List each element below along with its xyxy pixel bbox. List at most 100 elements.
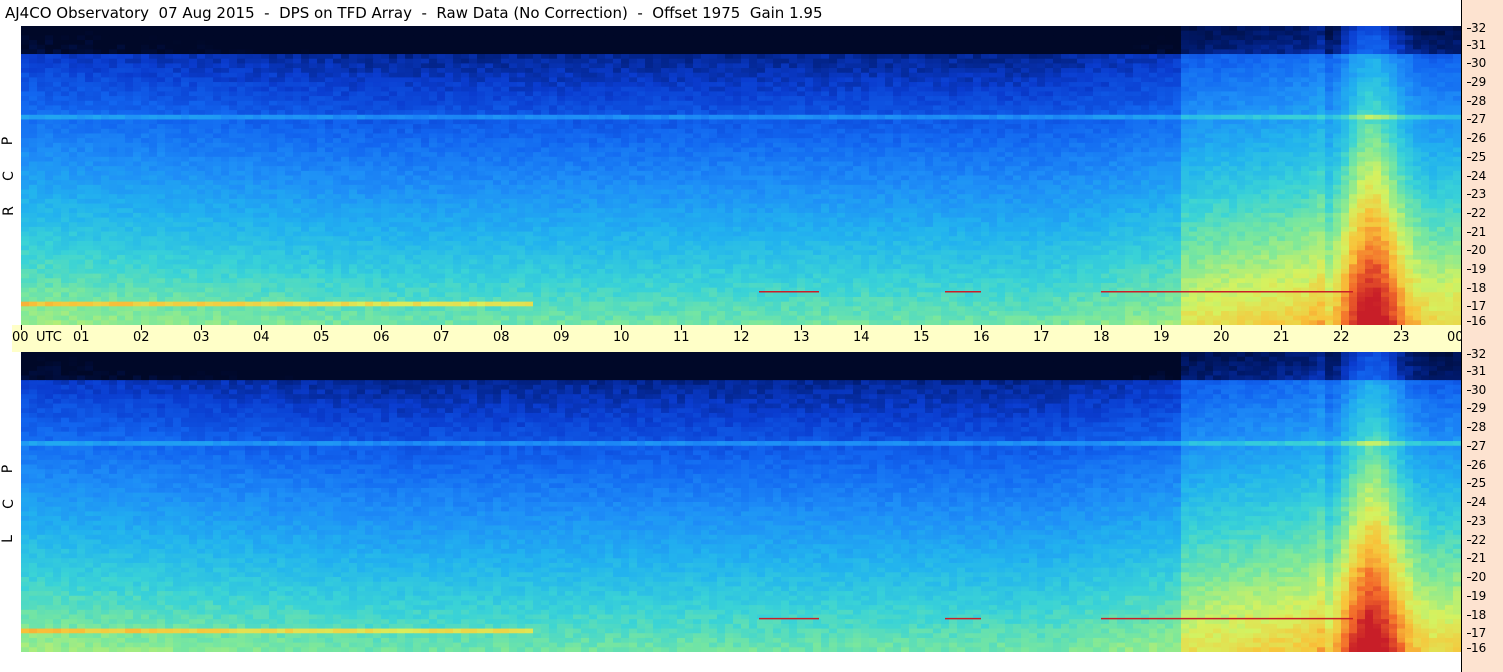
heatmap-cell bbox=[1285, 128, 1294, 135]
heatmap-cell bbox=[157, 96, 166, 102]
heatmap-cell bbox=[245, 119, 254, 125]
heatmap-cell bbox=[741, 138, 750, 144]
heatmap-cell bbox=[1429, 100, 1438, 107]
heatmap-cell bbox=[1069, 100, 1078, 107]
heatmap-cell bbox=[733, 63, 742, 69]
heatmap-cell bbox=[1005, 124, 1014, 130]
heatmap-cell bbox=[205, 49, 214, 55]
heatmap-cell bbox=[485, 110, 494, 116]
heatmap-cell bbox=[477, 54, 486, 60]
heatmap-cell bbox=[117, 82, 126, 88]
heatmap-cell bbox=[1061, 114, 1070, 121]
heatmap-cell bbox=[821, 119, 830, 125]
heatmap-cell bbox=[965, 96, 974, 102]
heatmap-cell bbox=[1045, 63, 1054, 69]
heatmap-cell bbox=[941, 105, 950, 111]
heatmap-cell bbox=[509, 91, 518, 97]
heatmap-cell bbox=[885, 40, 894, 46]
heatmap-cell bbox=[1245, 82, 1254, 88]
heatmap-cell bbox=[1221, 91, 1230, 97]
heatmap-cell bbox=[29, 114, 38, 121]
heatmap-cell bbox=[997, 72, 1006, 78]
heatmap-cell bbox=[509, 68, 518, 74]
heatmap-cell bbox=[485, 128, 494, 135]
heatmap-cell bbox=[1189, 40, 1198, 46]
heatmap-cell bbox=[277, 133, 286, 139]
heatmap-cell bbox=[1261, 82, 1270, 88]
heatmap-cell bbox=[45, 86, 54, 92]
heatmap-cell bbox=[1173, 91, 1182, 97]
heatmap-cell bbox=[325, 152, 334, 158]
heatmap-cell bbox=[525, 72, 534, 78]
heatmap-cell bbox=[1197, 86, 1206, 92]
heatmap-cell bbox=[1053, 133, 1062, 139]
heatmap-cell bbox=[1277, 63, 1286, 69]
heatmap-cell bbox=[1309, 128, 1318, 135]
heatmap-cell bbox=[85, 82, 94, 88]
heatmap-cell bbox=[909, 44, 918, 50]
heatmap-cell bbox=[349, 152, 358, 158]
heatmap-cell bbox=[437, 96, 446, 102]
heatmap-cell bbox=[941, 82, 950, 88]
heatmap-cell bbox=[1221, 63, 1230, 69]
heatmap-cell bbox=[781, 72, 790, 78]
heatmap-cell bbox=[749, 77, 758, 83]
heatmap-cell bbox=[45, 124, 54, 130]
heatmap-cell bbox=[1037, 82, 1046, 88]
heatmap-cell bbox=[301, 63, 310, 69]
heatmap-cell bbox=[1397, 30, 1406, 36]
heatmap-cell bbox=[269, 63, 278, 69]
heatmap-cell bbox=[949, 26, 958, 32]
heatmap-cell bbox=[781, 68, 790, 74]
heatmap-cell bbox=[1053, 100, 1062, 107]
heatmap-cell bbox=[1141, 147, 1150, 153]
heatmap-cell bbox=[421, 119, 430, 125]
heatmap-cell bbox=[1445, 30, 1454, 36]
heatmap-cell bbox=[317, 68, 326, 74]
heatmap-cell bbox=[1229, 68, 1238, 74]
heatmap-cell bbox=[829, 110, 838, 116]
heatmap-cell bbox=[805, 72, 814, 78]
heatmap-cell bbox=[1141, 86, 1150, 92]
heatmap-cell bbox=[181, 133, 190, 139]
heatmap-cell bbox=[45, 44, 54, 50]
heatmap-cell bbox=[1149, 96, 1158, 102]
heatmap-cell bbox=[109, 138, 118, 144]
heatmap-cell bbox=[517, 35, 526, 41]
heatmap-cell bbox=[1349, 124, 1358, 130]
heatmap-cell bbox=[877, 110, 886, 116]
heatmap-cell bbox=[829, 44, 838, 50]
heatmap-cell bbox=[29, 100, 38, 107]
heatmap-cell bbox=[453, 26, 462, 32]
heatmap-cell bbox=[781, 91, 790, 97]
heatmap-cell bbox=[1397, 72, 1406, 78]
heatmap-cell bbox=[1277, 96, 1286, 102]
heatmap-cell bbox=[381, 54, 390, 60]
heatmap-cell bbox=[1037, 124, 1046, 130]
heatmap-cell bbox=[989, 114, 998, 121]
heatmap-cell bbox=[21, 82, 30, 88]
heatmap-cell bbox=[1245, 124, 1254, 130]
heatmap-cell bbox=[837, 40, 846, 46]
heatmap-cell bbox=[757, 114, 766, 121]
heatmap-cell bbox=[93, 44, 102, 50]
heatmap-cell bbox=[701, 128, 710, 135]
heatmap-cell bbox=[1381, 138, 1390, 144]
heatmap-cell bbox=[933, 147, 942, 153]
heatmap-cell bbox=[181, 72, 190, 78]
heatmap-cell bbox=[349, 30, 358, 36]
heatmap-cell bbox=[1421, 91, 1430, 97]
heatmap-cell bbox=[157, 105, 166, 111]
heatmap-cell bbox=[837, 124, 846, 130]
heatmap-cell bbox=[1021, 35, 1030, 41]
heatmap-cell bbox=[877, 105, 886, 111]
heatmap-cell bbox=[101, 128, 110, 135]
heatmap-cell bbox=[269, 30, 278, 36]
heatmap-cell bbox=[1125, 40, 1134, 46]
heatmap-cell bbox=[917, 49, 926, 55]
heatmap-cell bbox=[693, 58, 702, 64]
heatmap-cell bbox=[365, 147, 374, 153]
heatmap-cell bbox=[1085, 142, 1094, 149]
heatmap-cell bbox=[109, 63, 118, 69]
heatmap-cell bbox=[373, 86, 382, 92]
